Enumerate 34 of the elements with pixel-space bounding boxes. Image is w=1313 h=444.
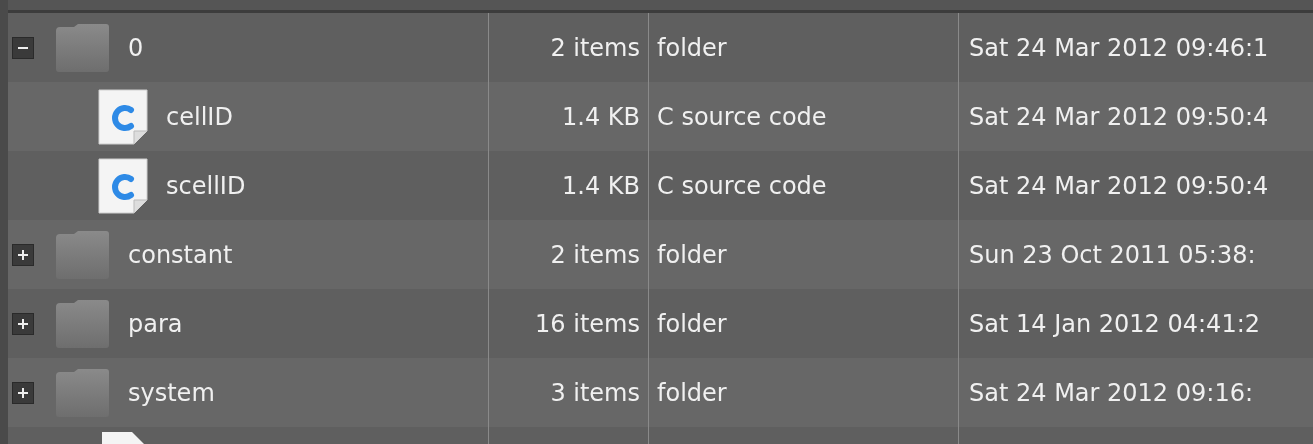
folder-icon xyxy=(54,298,110,349)
c-file-icon xyxy=(98,157,148,214)
file-name[interactable]: 0 xyxy=(128,33,144,62)
size-cell: 2 items xyxy=(550,33,640,62)
size-cell: 1.4 KB xyxy=(562,171,640,200)
size-cell: 16 items xyxy=(535,309,640,338)
folder-icon xyxy=(54,367,110,418)
c-file-icon xyxy=(98,88,148,145)
collapse-icon[interactable] xyxy=(12,36,34,59)
size-cell: 3 items xyxy=(550,378,640,407)
date-cell: Sat 14 Jan 2012 04:41:2 xyxy=(969,309,1260,338)
file-name[interactable]: para xyxy=(128,309,183,338)
file-name[interactable]: constant xyxy=(128,240,233,269)
expand-icon[interactable] xyxy=(12,381,34,404)
size-cell: 2 items xyxy=(550,240,640,269)
date-cell: Sat 24 Mar 2012 09:50:4 xyxy=(969,102,1269,131)
type-cell: C source code xyxy=(657,102,827,131)
expand-icon[interactable] xyxy=(12,312,34,335)
type-cell: folder xyxy=(657,33,727,62)
type-cell: folder xyxy=(657,378,727,407)
date-cell: Sat 24 Mar 2012 09:16: xyxy=(969,378,1253,407)
type-cell: C source code xyxy=(657,171,827,200)
expand-icon[interactable] xyxy=(12,243,34,266)
size-cell: 1.4 KB xyxy=(562,102,640,131)
file-name[interactable]: scellID xyxy=(166,171,246,200)
type-cell: folder xyxy=(657,240,727,269)
date-cell: Sat 24 Mar 2012 09:46:1 xyxy=(969,33,1269,62)
date-cell: Sat 24 Mar 2012 09:50:4 xyxy=(969,171,1269,200)
folder-icon xyxy=(54,229,110,280)
type-cell: folder xyxy=(657,309,727,338)
folder-icon xyxy=(54,22,110,73)
file-name[interactable]: system xyxy=(128,378,215,407)
date-cell: Sun 23 Oct 2011 05:38: xyxy=(969,240,1256,269)
file-name[interactable]: cellID xyxy=(166,102,233,131)
